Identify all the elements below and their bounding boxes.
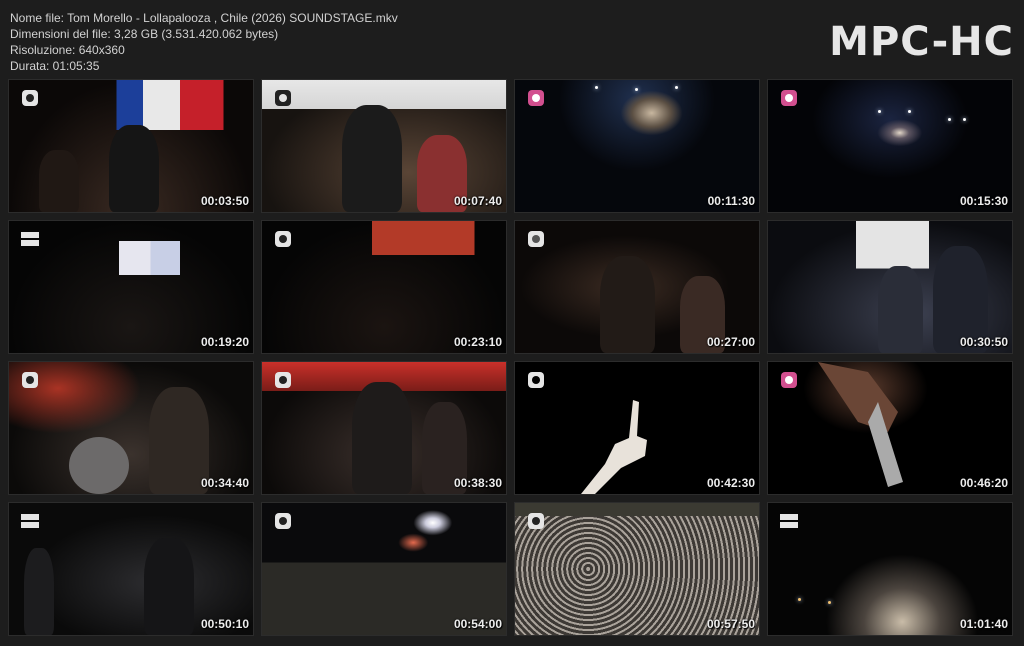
timestamp: 00:30:50	[959, 335, 1008, 349]
lollapalooza-icon	[275, 90, 291, 106]
video-frame	[768, 221, 1012, 353]
thumbnail[interactable]: 00:23:10	[262, 221, 506, 353]
timestamp: 00:46:20	[959, 476, 1008, 490]
video-frame	[9, 503, 253, 635]
video-frame	[9, 362, 253, 494]
video-frame	[515, 80, 759, 212]
timestamp: 00:19:20	[200, 335, 249, 349]
timestamp: 00:23:10	[453, 335, 502, 349]
thumbnail[interactable]: 00:03:50	[9, 80, 253, 212]
thumbnail[interactable]: 00:19:20	[9, 221, 253, 353]
timestamp: 00:07:40	[453, 194, 502, 208]
alternative-icon	[21, 514, 39, 528]
thumbnail[interactable]: 00:54:00	[262, 503, 506, 635]
lollapalooza-icon	[781, 90, 797, 106]
timestamp: 00:38:30	[453, 476, 502, 490]
video-frame	[9, 221, 253, 353]
lollapalooza-icon	[275, 231, 291, 247]
timestamp: 00:03:50	[200, 194, 249, 208]
lollapalooza-icon	[781, 372, 797, 388]
thumbnail[interactable]: 00:07:40	[262, 80, 506, 212]
timestamp: 00:27:00	[706, 335, 755, 349]
thumbnail[interactable]: 00:42:30	[515, 362, 759, 494]
video-frame	[768, 503, 1012, 635]
thumbnail[interactable]: 00:30:50	[768, 221, 1012, 353]
lollapalooza-icon	[528, 90, 544, 106]
lollapalooza-icon	[528, 372, 544, 388]
lollapalooza-icon	[22, 372, 38, 388]
timestamp: 00:57:50	[706, 617, 755, 631]
video-frame	[262, 221, 506, 353]
thumbnail[interactable]: 00:38:30	[262, 362, 506, 494]
thumbnail[interactable]: 00:46:20	[768, 362, 1012, 494]
alternative-icon	[780, 514, 798, 528]
file-info: Nome file: Tom Morello - Lollapalooza , …	[10, 10, 398, 74]
video-frame	[262, 362, 506, 494]
video-frame	[262, 80, 506, 212]
lollapalooza-icon	[22, 90, 38, 106]
thumbnail[interactable]: 00:34:40	[9, 362, 253, 494]
alternative-icon	[21, 232, 39, 246]
timestamp: 00:50:10	[200, 617, 249, 631]
timestamp: 00:34:40	[200, 476, 249, 490]
file-name-line: Nome file: Tom Morello - Lollapalooza , …	[10, 11, 398, 25]
timestamp: 00:54:00	[453, 617, 502, 631]
thumbnail[interactable]: 00:57:50	[515, 503, 759, 635]
thumbnail[interactable]: 01:01:40	[768, 503, 1012, 635]
lollapalooza-icon	[275, 513, 291, 529]
mpc-hc-logo: MPC-HC	[829, 19, 1014, 65]
timestamp: 00:11:30	[707, 194, 755, 208]
timestamp: 01:01:40	[959, 617, 1008, 631]
video-frame	[9, 80, 253, 212]
video-frame	[515, 362, 759, 494]
duration-line: Durata: 01:05:35	[10, 59, 100, 73]
timestamp: 00:42:30	[706, 476, 755, 490]
video-frame	[515, 503, 759, 635]
video-frame	[515, 221, 759, 353]
thumbnail-grid: 00:03:50 00:07:40 00:11:30 00:15:30 00:1…	[9, 80, 1012, 635]
thumbnail[interactable]: 00:50:10	[9, 503, 253, 635]
thumbnail[interactable]: 00:15:30	[768, 80, 1012, 212]
thumbnail-sheet: Nome file: Tom Morello - Lollapalooza , …	[0, 0, 1024, 646]
thumbnail[interactable]: 00:11:30	[515, 80, 759, 212]
video-frame	[768, 80, 1012, 212]
video-frame	[768, 362, 1012, 494]
timestamp: 00:15:30	[959, 194, 1008, 208]
lollapalooza-icon	[528, 231, 544, 247]
video-frame	[262, 503, 506, 635]
file-size-line: Dimensioni del file: 3,28 GB (3.531.420.…	[10, 27, 279, 41]
lollapalooza-icon	[275, 372, 291, 388]
lollapalooza-icon	[528, 513, 544, 529]
resolution-line: Risoluzione: 640x360	[10, 43, 125, 57]
thumbnail[interactable]: 00:27:00	[515, 221, 759, 353]
